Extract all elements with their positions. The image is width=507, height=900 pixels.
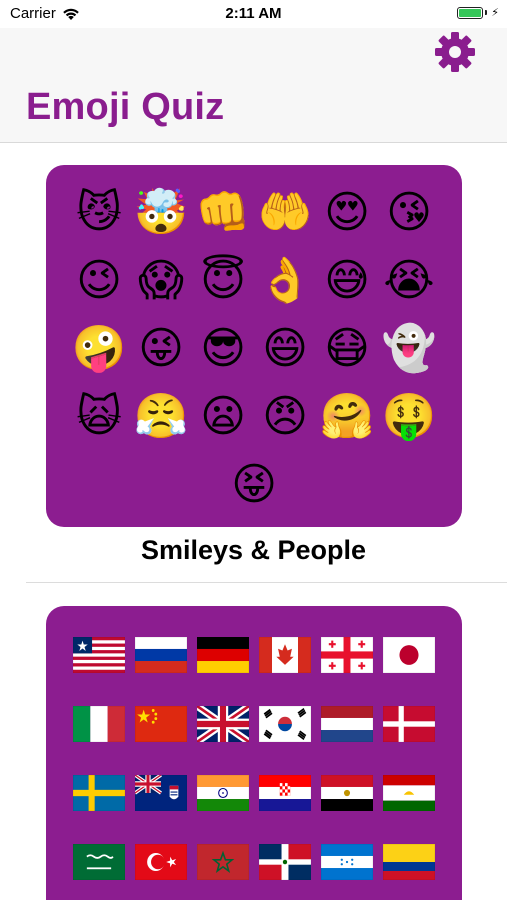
emoji-item: 👌 (257, 255, 313, 306)
emoji-item: 😠 (262, 391, 308, 442)
flag-icon (68, 827, 130, 896)
battery-indicator: ⚡ (457, 6, 499, 19)
flag-icon (316, 758, 378, 827)
battery-tip (485, 10, 488, 15)
category-list[interactable]: 😼 🤯 👊 🤲 😍 😘 😉 😱 😇 👌 😅 😭 🤪 😜 😎 😄 😷 👻 🙀 😤 😦 😠 🤗 🤑 😝 Smileys & Peop… (0, 143, 507, 900)
category-label-smileys: Smileys & People (140, 535, 367, 565)
flag-icon (130, 620, 192, 689)
emoji-item: 🤲 (257, 187, 313, 238)
divider (26, 582, 507, 583)
emoji-item: 🤪 (71, 323, 127, 374)
flag-icon (192, 758, 254, 827)
emoji-item: 😉 (76, 255, 122, 306)
battery-icon (457, 6, 484, 19)
status-bar: Carrier 2:11 AM ⚡ (0, 0, 507, 28)
emoji-item: 😇 (200, 255, 246, 306)
flag-icon (316, 689, 378, 758)
emoji-item: 😭 (383, 255, 435, 306)
gear-icon[interactable] (433, 30, 477, 74)
flag-icon (254, 758, 316, 827)
flag-icon (68, 758, 130, 827)
emoji-item: 😦 (200, 391, 246, 442)
battery-fill (459, 8, 482, 17)
navigation-header: Emoji Quiz (0, 28, 507, 143)
emoji-item: 🤑 (381, 391, 437, 442)
emoji-item: 😘 (386, 187, 432, 238)
flag-icon (192, 620, 254, 689)
page-title: Emoji Quiz (26, 86, 225, 128)
emoji-item: 🤗 (319, 391, 375, 442)
flag-icon (130, 689, 192, 758)
flag-icon (254, 827, 316, 896)
flag-icon (316, 827, 378, 896)
emoji-item: 😎 (200, 323, 246, 374)
flag-icon (254, 689, 316, 758)
emoji-item: 😼 (76, 187, 122, 238)
flag-icon (378, 620, 440, 689)
charging-bolt-icon: ⚡ (491, 7, 499, 19)
emoji-item: 😤 (133, 391, 189, 442)
emoji-item: 😄 (262, 323, 308, 374)
flag-icon (378, 827, 440, 896)
emoji-item: 😷 (324, 323, 370, 374)
flag-icon (316, 620, 378, 689)
emoji-item: 😅 (324, 255, 370, 306)
flag-icon (192, 689, 254, 758)
flag-icon (68, 689, 130, 758)
category-card-flags[interactable] (46, 606, 462, 900)
flag-icon (378, 758, 440, 827)
flag-icon (130, 827, 192, 896)
emoji-item: 😜 (138, 323, 184, 374)
status-time: 2:11 AM (225, 5, 282, 22)
emoji-item: 🤯 (133, 187, 189, 238)
flag-icon (378, 689, 440, 758)
emoji-grid: 😼 🤯 👊 🤲 😍 😘 😉 😱 😇 👌 😅 😭 🤪 😜 😎 😄 😷 👻 🙀 😤 😦 😠 🤗 🤑 😝 (58, 179, 450, 519)
flag-icon (254, 620, 316, 689)
flag-icon (130, 758, 192, 827)
emoji-item: 🙀 (76, 391, 122, 442)
flag-grid (58, 620, 450, 896)
emoji-item: 😝 (231, 459, 277, 510)
emoji-item: 👻 (381, 323, 437, 374)
category-card-smileys[interactable]: 😼 🤯 👊 🤲 😍 😘 😉 😱 😇 👌 😅 😭 🤪 😜 😎 😄 😷 👻 🙀 😤 😦 😠 🤗 🤑 😝 (46, 165, 462, 527)
emoji-item: 👊 (195, 187, 251, 238)
flag-icon (192, 827, 254, 896)
flag-icon (68, 620, 130, 689)
emoji-item: 😱 (138, 255, 184, 306)
emoji-item: 😍 (324, 187, 370, 238)
